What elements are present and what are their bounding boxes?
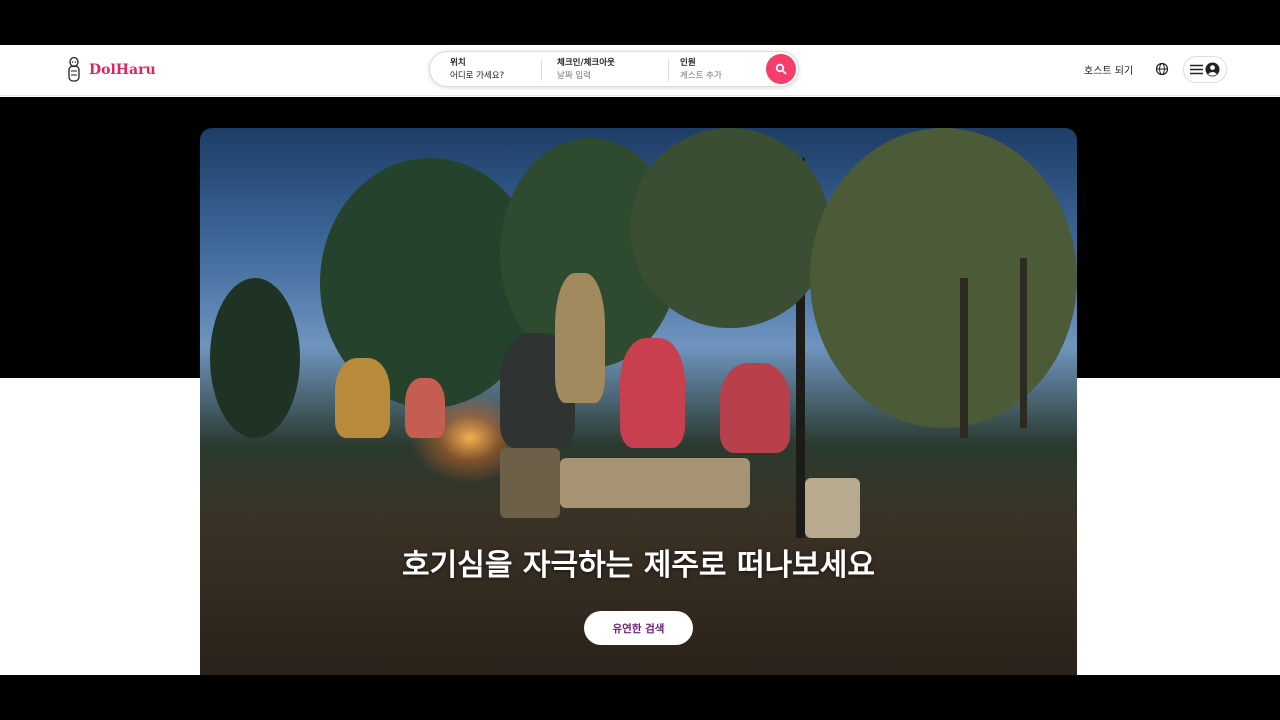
flexible-search-button[interactable]: 유연한 검색 (584, 611, 693, 645)
search-guests[interactable]: 인원 게스트 추가 (680, 57, 722, 83)
search-guests-label: 인원 (680, 58, 696, 68)
letterbox-bottom (0, 675, 1280, 720)
search-guests-value: 게스트 추가 (680, 71, 722, 81)
page: DolHaru 위치 어디로 가세요? 체크인/체크아웃 날짜 입력 인원 게스… (0, 45, 1280, 675)
user-circle-icon (1205, 62, 1220, 77)
logo[interactable]: DolHaru (66, 56, 156, 84)
search-button[interactable] (766, 54, 796, 84)
search-divider (541, 59, 542, 81)
search-icon (775, 63, 787, 75)
search-dates[interactable]: 체크인/체크아웃 날짜 입력 (557, 57, 615, 83)
dolharubang-icon (68, 56, 80, 82)
hero-background-image (200, 128, 1077, 675)
search-location-value: 어디로 가세요? (450, 71, 505, 81)
hamburger-icon (1190, 64, 1203, 75)
hero-banner: 호기심을 자극하는 제주로 떠나보세요 유연한 검색 (200, 128, 1077, 675)
search-divider (668, 59, 669, 81)
site-header: DolHaru 위치 어디로 가세요? 체크인/체크아웃 날짜 입력 인원 게스… (0, 45, 1280, 96)
logo-text: DolHaru (89, 62, 156, 78)
hero-title: 호기심을 자극하는 제주로 떠나보세요 (402, 548, 875, 583)
user-menu-button[interactable] (1183, 56, 1227, 83)
letterbox-top (0, 0, 1280, 45)
search-location-label: 위치 (450, 58, 466, 68)
search-dates-label: 체크인/체크아웃 (557, 58, 615, 68)
search-location[interactable]: 위치 어디로 가세요? (450, 57, 504, 83)
become-host-link[interactable]: 호스트 되기 (1084, 62, 1133, 77)
search-bar[interactable]: 위치 어디로 가세요? 체크인/체크아웃 날짜 입력 인원 게스트 추가 (429, 51, 799, 87)
search-dates-value: 날짜 입력 (557, 71, 591, 81)
globe-icon[interactable] (1155, 62, 1169, 76)
